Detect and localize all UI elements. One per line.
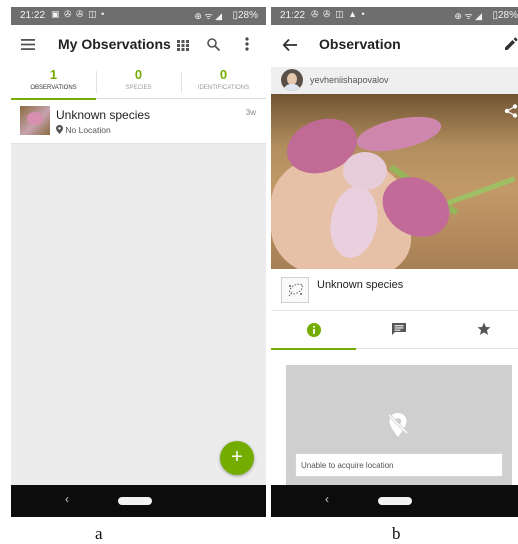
tab-count: 0	[134, 67, 143, 82]
signal-icon: ⊕ ᯤ ◢	[194, 11, 222, 21]
app-bar: Observation	[271, 25, 518, 67]
tab-count: 1	[49, 67, 58, 82]
status-time: 21:22	[280, 10, 306, 21]
battery-percent: 28%	[237, 10, 258, 21]
system-nav-bar: ‹	[11, 485, 266, 517]
observation-thumbnail	[20, 106, 50, 135]
star-icon	[477, 322, 491, 335]
grid-icon[interactable]	[177, 40, 189, 51]
panel-caption-b: b	[392, 524, 401, 543]
page-title: My Observations	[58, 36, 171, 52]
detail-tabs	[271, 311, 518, 350]
observation-photo[interactable]	[271, 94, 518, 269]
nav-home-pill[interactable]	[118, 497, 152, 505]
tab-label: IDENTIFICATIONS	[197, 85, 250, 91]
hamburger-icon[interactable]	[21, 38, 36, 51]
battery-level: ▯28%	[232, 10, 258, 21]
username: yevheniishapovalov	[310, 75, 389, 85]
share-icon[interactable]	[504, 104, 518, 118]
phone-screen-observation-detail: 21:22 ✇ ✇ ◫ ▲ • ⊕ ᯤ ◢ ▯28% Observation y…	[271, 7, 518, 517]
search-icon[interactable]	[207, 38, 220, 51]
tab-comments[interactable]	[356, 311, 441, 349]
observation-list-item[interactable]: Unknown species No Location 3w	[11, 100, 266, 144]
page-title: Observation	[319, 36, 401, 52]
notification-icons: ▣ ✇ ✇ ◫ •	[51, 9, 106, 19]
more-vert-icon[interactable]	[245, 37, 249, 51]
battery-level: ▯28%	[492, 10, 518, 21]
signal-icon: ⊕ ᯤ ◢	[454, 11, 482, 21]
arrow-back-icon[interactable]	[283, 39, 297, 51]
battery-percent: 28%	[497, 10, 518, 21]
species-row[interactable]: Unknown species	[271, 269, 518, 311]
status-bar: 21:22 ✇ ✇ ◫ ▲ • ⊕ ᯤ ◢ ▯28%	[271, 7, 518, 25]
notification-icons: ✇ ✇ ◫ ▲ •	[311, 9, 366, 19]
nav-back-icon[interactable]: ‹	[325, 492, 329, 506]
observer-row[interactable]: yevheniishapovalov	[271, 67, 518, 94]
tab-favorites[interactable]	[441, 311, 518, 349]
location-text: No Location	[65, 125, 111, 135]
observation-species-name: Unknown species	[56, 108, 151, 122]
location-map-placeholder: Unable to acquire location	[286, 365, 512, 485]
tab-species[interactable]: 0 SPECIES	[96, 67, 181, 99]
status-time: 21:22	[20, 10, 46, 21]
tab-observations[interactable]: 1 OBSERVATIONS	[11, 67, 96, 100]
tab-info[interactable]	[271, 311, 356, 350]
tab-label: OBSERVATIONS	[30, 85, 77, 91]
tab-count: 0	[219, 67, 228, 82]
location-field[interactable]: Unable to acquire location	[295, 453, 503, 477]
comment-icon	[392, 323, 406, 335]
unknown-species-icon	[281, 277, 309, 303]
pencil-icon[interactable]	[504, 37, 518, 51]
observation-location: No Location	[56, 125, 111, 135]
panel-caption-a: a	[95, 524, 103, 543]
phone-screen-my-observations: 21:22 ▣ ✇ ✇ ◫ • ⊕ ᯤ ◢ ▯28% My Observatio…	[11, 7, 266, 517]
status-bar: 21:22 ▣ ✇ ✇ ◫ • ⊕ ᯤ ◢ ▯28%	[11, 7, 266, 25]
location-pin-icon	[56, 125, 63, 134]
plus-icon: +	[231, 446, 243, 468]
observation-tabs: 1 OBSERVATIONS 0 SPECIES 0 IDENTIFICATIO…	[11, 67, 266, 100]
info-icon	[307, 323, 321, 337]
active-tab-indicator	[271, 348, 356, 350]
nav-home-pill[interactable]	[378, 497, 412, 505]
species-name: Unknown species	[317, 279, 404, 291]
nav-back-icon[interactable]: ‹	[65, 492, 69, 506]
location-off-icon	[387, 413, 409, 437]
app-bar: My Observations	[11, 25, 266, 67]
observation-age: 3w	[245, 108, 256, 117]
tab-label: SPECIES	[125, 85, 152, 91]
observation-list-empty-area	[11, 144, 266, 485]
system-nav-bar: ‹	[271, 485, 518, 517]
add-observation-button[interactable]: +	[220, 441, 254, 475]
avatar	[281, 69, 303, 91]
tab-identifications[interactable]: 0 IDENTIFICATIONS	[181, 67, 266, 99]
